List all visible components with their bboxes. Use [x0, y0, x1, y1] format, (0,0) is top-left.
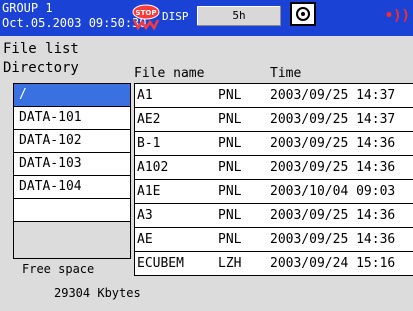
file-time-cell: 2003/09/25 14:36	[270, 232, 396, 247]
file-type-cell: PNL	[218, 184, 242, 199]
alarm-indicator-icon: •))	[384, 8, 410, 24]
file-time-cell: 2003/09/25 14:36	[270, 208, 396, 223]
table-row[interactable]: AE2 PNL 2003/09/25 14:37	[135, 108, 413, 132]
file-type-cell: PNL	[218, 136, 242, 151]
table-row[interactable]: B-1 PNL 2003/09/25 14:36	[135, 132, 413, 156]
file-time-cell: 2003/10/04 09:03	[270, 184, 396, 199]
table-row[interactable]: A3 PNL 2003/09/25 14:36	[135, 204, 413, 228]
directory-heading: Directory	[3, 60, 79, 76]
datetime-display: Oct.05.2003 09:50:30	[2, 16, 147, 30]
table-row[interactable]: A102 PNL 2003/09/25 14:36	[135, 156, 413, 180]
free-space-value: 29304 Kbytes	[54, 286, 141, 300]
file-type-cell: PNL	[218, 232, 242, 247]
directory-item-data-101[interactable]: DATA-101	[14, 107, 130, 130]
display-time-span[interactable]: 5h	[197, 6, 281, 26]
file-name-cell: A1E	[137, 184, 161, 199]
time-column-header: Time	[270, 66, 302, 81]
file-name-cell: A102	[137, 160, 169, 175]
filename-column-header: File name	[134, 66, 205, 81]
file-type-cell: LZH	[218, 256, 242, 271]
file-type-cell: PNL	[218, 208, 242, 223]
directory-item-data-104[interactable]: DATA-104	[14, 176, 130, 199]
file-type-cell: PNL	[218, 112, 242, 127]
file-name-cell: ECUBEM	[137, 256, 184, 271]
disp-label: DISP	[162, 10, 189, 23]
file-name-cell: A3	[137, 208, 153, 223]
file-name-cell: AE	[137, 232, 153, 247]
directory-item-data-103[interactable]: DATA-103	[14, 153, 130, 176]
file-name-cell: A1	[137, 88, 153, 103]
directory-item-data-102[interactable]: DATA-102	[14, 130, 130, 153]
stop-recording-icon: STOP	[132, 4, 160, 31]
table-row[interactable]: AE PNL 2003/09/25 14:36	[135, 228, 413, 252]
table-row[interactable]: A1 PNL 2003/09/25 14:37	[135, 84, 413, 108]
file-type-cell: PNL	[218, 88, 242, 103]
page-title: File list	[3, 41, 79, 57]
file-time-cell: 2003/09/25 14:36	[270, 136, 396, 151]
file-table: A1 PNL 2003/09/25 14:37 AE2 PNL 2003/09/…	[134, 83, 413, 276]
free-space-label: Free space	[22, 262, 95, 276]
directory-item-empty[interactable]	[14, 199, 130, 222]
file-time-cell: 2003/09/24 15:16	[270, 256, 396, 271]
file-time-cell: 2003/09/25 14:37	[270, 88, 396, 103]
file-time-cell: 2003/09/25 14:36	[270, 160, 396, 175]
status-header: GROUP 1 Oct.05.2003 09:50:30 STOP DISP 5…	[0, 0, 413, 36]
svg-text:STOP: STOP	[136, 9, 157, 17]
file-name-cell: AE2	[137, 112, 161, 127]
record-target-icon	[290, 2, 316, 26]
table-row[interactable]: ECUBEM LZH 2003/09/24 15:16	[135, 252, 413, 276]
file-name-cell: B-1	[137, 136, 161, 151]
table-row[interactable]: A1E PNL 2003/10/04 09:03	[135, 180, 413, 204]
file-time-cell: 2003/09/25 14:37	[270, 112, 396, 127]
directory-item-root[interactable]: /	[14, 84, 130, 107]
file-type-cell: PNL	[218, 160, 242, 175]
group-label: GROUP 1	[2, 1, 53, 15]
